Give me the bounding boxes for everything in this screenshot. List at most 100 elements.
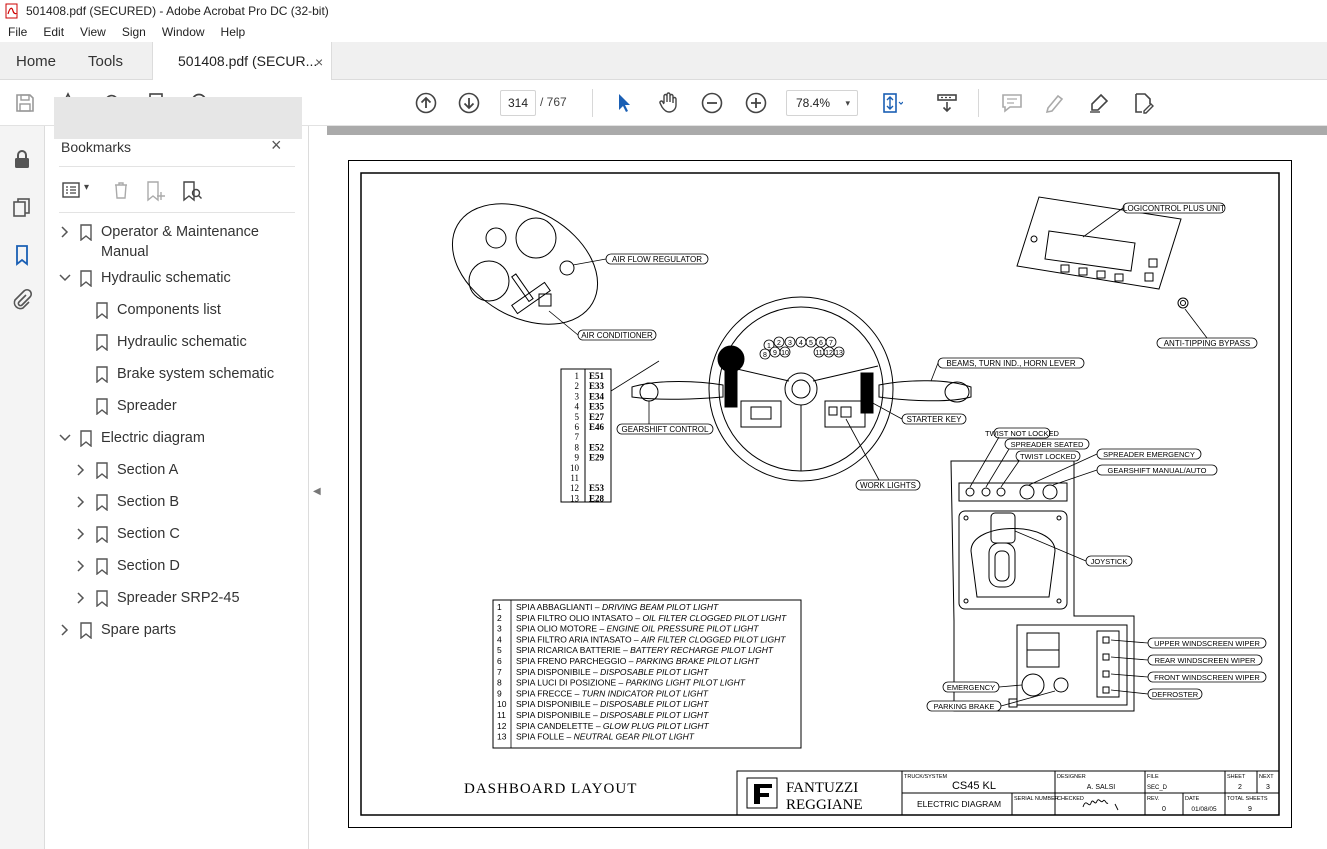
- pages-icon[interactable]: [11, 196, 33, 218]
- legend-italian: SPIA OLIO MOTORE – ENGINE OIL PRESSURE P…: [516, 624, 759, 634]
- label-starter-key: STARTER KEY: [907, 415, 962, 424]
- tab-bar: Home Tools 501408.pdf (SECUR... ×: [0, 42, 1327, 81]
- label-parking-brake: PARKING BRAKE: [934, 702, 995, 711]
- toolbar-divider: [592, 89, 593, 117]
- label-designer: DESIGNER: [1057, 774, 1086, 780]
- bookmark-item[interactable]: Section A: [75, 461, 302, 483]
- legend-number: 12: [497, 721, 507, 731]
- bookmark-icon: [96, 526, 108, 543]
- draw-sign-icon[interactable]: [1087, 91, 1111, 115]
- bookmark-icon: [96, 366, 108, 383]
- menu-sign[interactable]: Sign: [114, 25, 154, 39]
- wheel-lamp-number: 9: [773, 350, 777, 357]
- chevron-right-icon[interactable]: [75, 558, 87, 574]
- bookmark-item[interactable]: Electric diagram: [59, 429, 302, 451]
- label-rev: REV.: [1147, 796, 1160, 802]
- wheel-lamp-number: 1: [767, 343, 771, 350]
- tab-document[interactable]: 501408.pdf (SECUR... ×: [152, 42, 332, 81]
- lamp-code: E35: [589, 402, 605, 412]
- find-bookmark-icon[interactable]: [181, 180, 203, 202]
- steering-wheel: [631, 296, 972, 482]
- previous-page-icon[interactable]: [414, 91, 438, 115]
- wheel-lamp-number: 6: [819, 340, 823, 347]
- bookmark-item[interactable]: Brake system schematic: [75, 365, 302, 387]
- legend-number: 9: [497, 688, 502, 698]
- chevron-right-icon[interactable]: [75, 494, 87, 510]
- chevron-right-icon[interactable]: [75, 590, 87, 606]
- bookmarks-panel-icon[interactable]: [11, 244, 33, 266]
- label-anti-tipping: ANTI-TIPPING BYPASS: [1164, 339, 1251, 348]
- new-bookmark-icon[interactable]: [145, 180, 167, 202]
- select-cursor-icon[interactable]: [612, 91, 636, 115]
- bookmark-label: Section A: [117, 462, 179, 478]
- lamp-number: 13: [570, 493, 580, 503]
- chevron-right-icon[interactable]: [59, 224, 71, 240]
- chevron-down-icon[interactable]: [59, 270, 71, 286]
- lock-icon[interactable]: [11, 148, 33, 170]
- edit-export-icon[interactable]: [1131, 91, 1155, 115]
- zoom-in-icon[interactable]: [744, 91, 768, 115]
- next-page-icon[interactable]: [457, 91, 481, 115]
- bookmark-item[interactable]: Components list: [75, 301, 302, 323]
- save-icon[interactable]: [13, 91, 37, 115]
- hand-tool-icon[interactable]: [656, 91, 680, 115]
- legend-italian: SPIA DISPONIBILE – DISPOSABLE PILOT LIGH…: [516, 699, 709, 709]
- highlight-pen-icon[interactable]: [1043, 91, 1067, 115]
- bookmark-item[interactable]: Hydraulic schematic: [75, 333, 302, 355]
- bookmark-item[interactable]: Operator & Maintenance Manual: [59, 223, 302, 260]
- bookmark-item[interactable]: Section C: [75, 525, 302, 547]
- toolbar-divider: [978, 89, 979, 117]
- fit-page-icon[interactable]: [879, 91, 904, 115]
- lamp-number: 8: [575, 442, 580, 452]
- tab-close-icon[interactable]: ×: [315, 54, 323, 70]
- label-file: FILE: [1147, 774, 1159, 780]
- legend-italian: SPIA FILTRO OLIO INTASATO – OIL FILTER C…: [516, 613, 787, 623]
- lamp-number: 11: [570, 473, 579, 483]
- chevron-down-icon[interactable]: [59, 430, 71, 446]
- bookmark-item[interactable]: Spreader: [75, 397, 302, 419]
- bookmark-item[interactable]: Section D: [75, 557, 302, 579]
- legend-number: 10: [497, 699, 507, 709]
- legend-italian: SPIA FRECCE – TURN INDICATOR PILOT LIGHT: [516, 688, 709, 698]
- collapse-panel-icon[interactable]: ◀: [313, 486, 321, 497]
- chevron-down-icon[interactable]: ▾: [84, 182, 89, 193]
- tab-tools[interactable]: Tools: [88, 53, 123, 70]
- comment-icon[interactable]: [1000, 91, 1024, 115]
- wheel-lamp-numbers: 1 2 3 4 5 6 78 9 10 11 12 13: [759, 336, 845, 360]
- bookmark-item[interactable]: Spare parts: [59, 621, 302, 643]
- bookmark-icon: [96, 590, 108, 607]
- tab-home[interactable]: Home: [16, 53, 56, 70]
- options-list-icon[interactable]: [61, 180, 81, 200]
- attachment-icon[interactable]: [11, 288, 33, 310]
- label-air-conditioner: AIR CONDITIONER: [581, 331, 653, 340]
- lamp-code: E27: [589, 412, 605, 422]
- wheel-lamp-number: 2: [777, 340, 781, 347]
- delete-bookmark-icon[interactable]: [111, 180, 131, 200]
- chevron-right-icon[interactable]: [75, 526, 87, 542]
- bookmark-item[interactable]: Hydraulic schematic: [59, 269, 302, 291]
- wheel-lamp-number: 8: [763, 352, 767, 359]
- menu-edit[interactable]: Edit: [35, 25, 72, 39]
- legend-italian: SPIA ABBAGLIANTI – DRIVING BEAM PILOT LI…: [516, 602, 719, 612]
- label-front-wiper: FRONT WINDSCREEN WIPER: [1154, 673, 1260, 682]
- wheel-lamp-number: 11: [815, 350, 822, 357]
- menu-file[interactable]: File: [0, 25, 35, 39]
- chevron-right-icon[interactable]: [59, 622, 71, 638]
- bookmark-icon: [96, 558, 108, 575]
- menu-window[interactable]: Window: [154, 25, 213, 39]
- menu-view[interactable]: View: [72, 25, 114, 39]
- scroll-mode-icon[interactable]: [935, 91, 959, 115]
- menu-help[interactable]: Help: [213, 25, 254, 39]
- lamp-number: 4: [575, 402, 580, 412]
- bookmark-item[interactable]: Spreader SRP2-45: [75, 589, 302, 611]
- bookmark-item[interactable]: Section B: [75, 493, 302, 515]
- bookmark-icon: [96, 494, 108, 511]
- bookmark-icon: [80, 270, 92, 287]
- chevron-right-icon[interactable]: [75, 462, 87, 478]
- pdf-page: AIR FLOW REGULATOR AIR CONDITIONER 1 2 3…: [348, 160, 1292, 828]
- zoom-out-icon[interactable]: [700, 91, 724, 115]
- panel-splitter[interactable]: ◀: [309, 126, 327, 849]
- document-view[interactable]: AIR FLOW REGULATOR AIR CONDITIONER 1 2 3…: [327, 126, 1327, 849]
- page-number-input[interactable]: 314: [500, 90, 536, 116]
- zoom-level-dropdown[interactable]: 78.4% ▾: [786, 90, 858, 116]
